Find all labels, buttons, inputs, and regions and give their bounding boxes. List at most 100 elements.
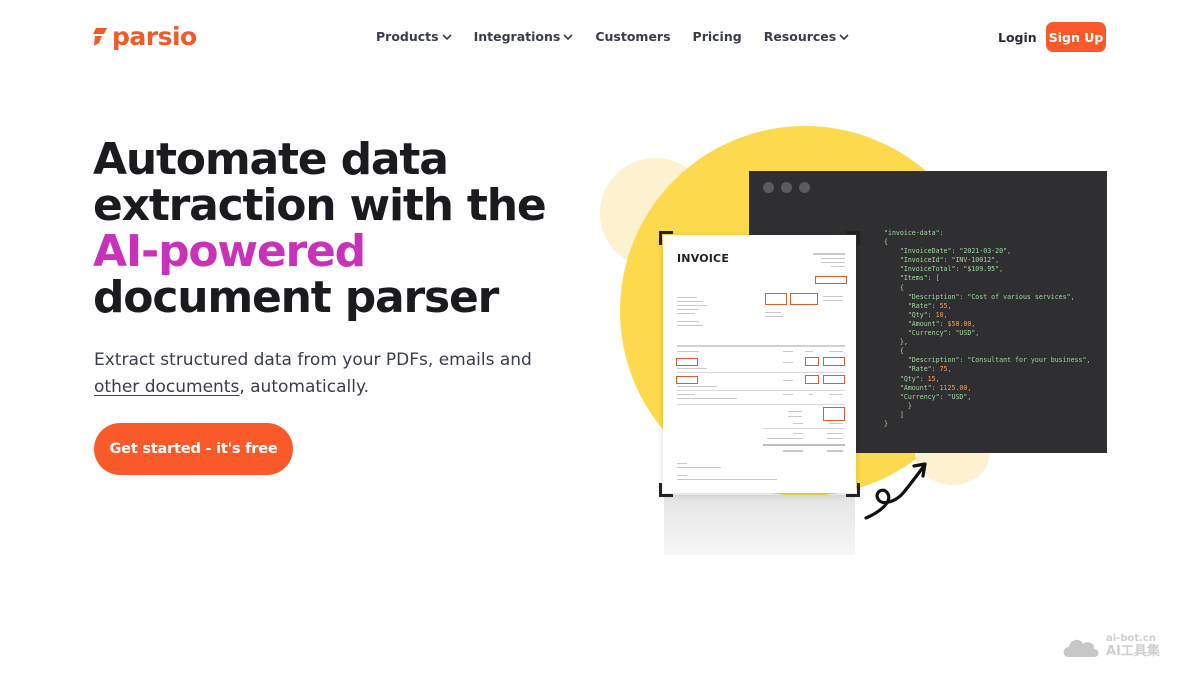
json-code-block: "invoice-data":{ "InvoiceDate": "2021-03… [884,229,1090,429]
invoice-text-line [783,450,803,452]
invoice-text-line [765,312,781,313]
get-started-button[interactable]: Get started - it's free [94,423,293,475]
invoice-text-line [823,296,843,297]
invoice-text-line [677,467,721,468]
hero-subtitle: Extract structured data from your PDFs, … [94,347,564,401]
signup-button[interactable]: Sign Up [1046,22,1106,52]
hero-title: Automate data extraction with the AI-pow… [93,137,593,321]
invoice-text-line [765,316,783,317]
code-line: "Rate": 75, [884,365,952,374]
invoice-text-line [677,398,737,399]
invoice-text-line [677,351,699,352]
hero-illustration: "invoice-data":{ "InvoiceDate": "2021-03… [590,120,1120,570]
watermark-line-1: ai-bot.cn [1106,633,1156,644]
invoice-document: INVOICE [659,231,860,497]
nav-pricing[interactable]: Pricing [693,29,742,44]
invoice-text-line [829,423,843,424]
invoice-highlight-box [805,357,819,366]
code-line: "Currency": "USD", [884,392,972,401]
invoice-title: INVOICE [677,252,730,265]
login-link[interactable]: Login [998,30,1037,45]
invoice-text-line [827,438,843,439]
code-line: ] [884,410,904,419]
hero-subtitle-text: Extract structured data from your PDFs, … [94,350,532,370]
invoice-text-line [677,309,699,310]
code-line: "Description": "Consultant for your busi… [884,356,1091,365]
invoice-text-line [677,305,707,306]
code-line: "Rate": 55, [884,301,952,310]
invoice-text-line [677,479,777,480]
invoice-text-line [821,262,845,263]
invoice-text-line [783,351,793,352]
scan-corner [659,231,673,245]
invoice-divider [763,444,845,446]
window-dot-icon [799,181,810,193]
invoice-text-line [783,380,793,381]
code-line: "Description": "Cost of various services… [884,292,1075,301]
nav-products[interactable]: Products [376,29,452,44]
nav-integrations-label: Integrations [473,29,561,44]
invoice-text-line [788,411,802,412]
watermark: ai-bot.cn AI工具集 [1062,633,1160,659]
invoice-text-line [829,394,843,395]
nav-resources[interactable]: Resources [764,29,850,44]
invoice-highlight-box [823,357,845,366]
hero-title-line-2: extraction with the [93,180,547,231]
code-line: } [884,419,888,428]
cloud-logo-icon [1063,639,1099,657]
scan-corner [659,483,673,497]
parsio-logo-icon [93,26,109,48]
invoice-text-line [813,253,845,255]
invoice-text-line [809,394,813,395]
invoice-text-line [677,368,707,369]
invoice-text-line [677,297,697,298]
invoice-text-line [677,394,695,395]
parsio-logo[interactable]: parsio [93,22,197,51]
invoice-highlight-box [823,375,845,384]
hero-title-line-1: Automate data [93,134,449,185]
top-navigation: parsio Products Integrations Customers P… [0,0,1200,76]
invoice-text-line [677,463,687,464]
window-titlebar [749,171,1107,203]
invoice-highlight-box [823,407,845,421]
invoice-divider [677,390,845,391]
chevron-down-icon [442,29,452,44]
invoice-text-line [827,433,843,434]
watermark-line-2: AI工具集 [1106,644,1160,659]
code-line: }, [884,338,908,347]
invoice-text-line [677,301,703,302]
invoice-text-line [677,321,699,322]
invoice-text-line [783,394,793,395]
invoice-divider [677,345,845,347]
invoice-text-line [829,351,843,352]
code-line: "Amount": $50.00, [884,319,976,328]
nav-customers[interactable]: Customers [595,29,670,44]
hero-title-line-4: document parser [93,272,499,323]
invoice-text-line [831,266,845,267]
curly-arrow-icon [864,462,927,520]
invoice-text-line [767,438,803,439]
nav-pricing-label: Pricing [692,29,742,44]
invoice-text-line [793,423,803,424]
code-line: { [884,347,904,356]
invoice-highlight-box [790,293,818,305]
code-line: { [884,283,904,292]
code-line: "invoice-data": [884,229,944,237]
hero-title-accent: AI-powered [93,226,366,277]
invoice-text-line [821,258,845,259]
chevron-down-icon [839,29,849,44]
scan-corner [846,231,860,245]
invoice-highlight-box [676,358,698,366]
invoice-text-line [793,433,803,434]
invoice-text-line [823,300,843,301]
code-line: "Qty": 10, [884,310,948,319]
window-dot-icon [781,181,792,193]
invoice-highlight-box [676,376,698,384]
invoice-highlight-box [805,375,819,384]
chevron-down-icon [563,29,573,44]
code-line: "Amount": 1125.00, [884,383,972,392]
nav-integrations[interactable]: Integrations [474,29,574,44]
other-documents-link[interactable]: other documents [94,377,239,397]
invoice-text-line [783,362,793,363]
nav-customers-label: Customers [595,29,671,44]
